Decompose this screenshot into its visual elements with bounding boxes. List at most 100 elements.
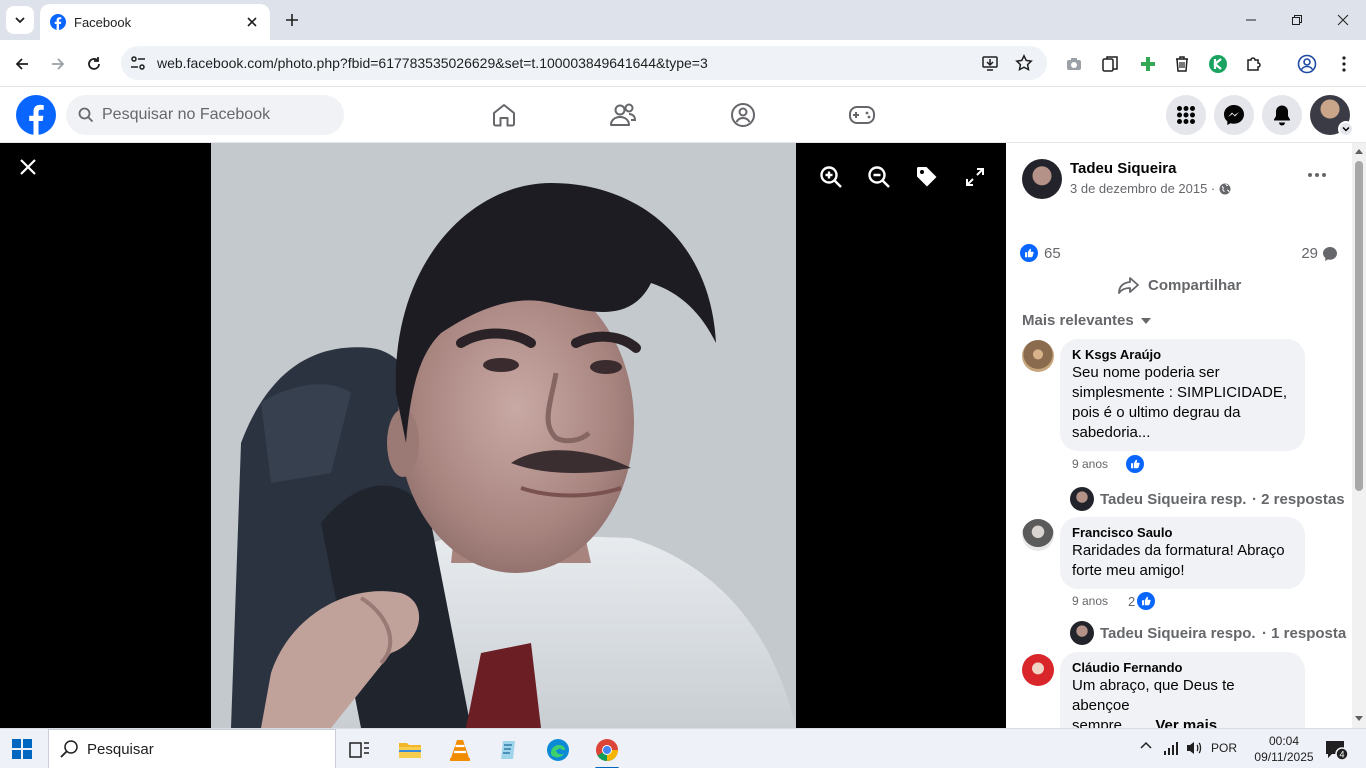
scroll-down-icon[interactable]	[1355, 715, 1363, 723]
forward-button[interactable]	[44, 50, 72, 78]
comment-like-reaction[interactable]: 2	[1128, 592, 1156, 610]
address-bar[interactable]: web.facebook.com/photo.php?fbid=61778353…	[121, 46, 1047, 80]
comment-time[interactable]: 9 anos	[1072, 594, 1108, 608]
task-view-button[interactable]	[340, 733, 380, 767]
tray-overflow-button[interactable]	[1139, 739, 1153, 753]
comment-sort-dropdown[interactable]: Mais relevantes	[1022, 312, 1152, 329]
more-horizontal-icon	[1308, 173, 1326, 177]
profile-button[interactable]	[1293, 50, 1321, 78]
comment-author[interactable]: K Ksgs Araújo	[1072, 347, 1293, 363]
install-app-icon[interactable]	[981, 54, 999, 72]
author-avatar[interactable]	[1022, 159, 1062, 199]
k-extension-button[interactable]	[1204, 50, 1232, 78]
likes-summary[interactable]: 65	[1020, 244, 1061, 262]
new-tab-button[interactable]	[280, 8, 304, 32]
bookmark-star-icon[interactable]	[1015, 54, 1033, 72]
notifications-button[interactable]	[1262, 95, 1302, 135]
browser-tab-facebook[interactable]: Facebook	[40, 4, 270, 40]
notepad-app[interactable]	[488, 733, 528, 767]
vlc-app[interactable]	[440, 733, 480, 767]
friends-icon	[610, 103, 637, 126]
browser-menu-button[interactable]	[1330, 50, 1358, 78]
tab-close-icon[interactable]	[244, 14, 260, 30]
nav-home[interactable]	[488, 99, 520, 131]
comment-avatar[interactable]	[1022, 340, 1054, 372]
panel-scrollbar[interactable]	[1352, 143, 1366, 728]
comments-summary[interactable]: 29	[1301, 245, 1338, 262]
nav-gaming[interactable]	[846, 99, 878, 131]
edge-app[interactable]	[538, 733, 578, 767]
comment-text-line: forte meu amigo!	[1072, 562, 1185, 579]
task-view-icon	[349, 742, 369, 758]
comment-author[interactable]: Cláudio Fernando	[1072, 660, 1293, 676]
groups-icon	[731, 103, 755, 127]
fullscreen-button[interactable]	[959, 161, 991, 193]
post-options-button[interactable]	[1304, 165, 1330, 185]
messenger-button[interactable]	[1214, 95, 1254, 135]
tab-title: Facebook	[74, 14, 132, 30]
account-avatar[interactable]	[1310, 95, 1354, 137]
comment-meta: 9 anos	[1072, 455, 1145, 473]
nav-groups[interactable]	[727, 99, 759, 131]
windows-logo-icon	[12, 739, 32, 759]
like-reaction-icon	[1020, 244, 1038, 262]
post-date-text[interactable]: 3 de dezembro de 2015 ·	[1070, 181, 1215, 196]
trash-extension-button[interactable]	[1168, 50, 1196, 78]
expand-icon	[966, 168, 984, 186]
comment-time[interactable]: 9 anos	[1072, 457, 1108, 471]
nav-friends[interactable]	[607, 99, 639, 131]
zoom-in-button[interactable]	[815, 161, 847, 193]
notification-count: 4	[1339, 750, 1344, 760]
site-info-icon[interactable]	[129, 54, 147, 72]
close-viewer-button[interactable]	[14, 153, 42, 181]
share-button[interactable]: Compartilhar	[1118, 276, 1241, 294]
comments-count: 29	[1301, 245, 1318, 262]
extensions-button[interactable]	[1240, 50, 1268, 78]
scrollbar-thumb[interactable]	[1355, 161, 1363, 491]
facebook-header	[0, 87, 1366, 143]
view-replies-link[interactable]: Tadeu Siqueira respo... · 1 resposta	[1070, 621, 1346, 645]
author-name[interactable]: Tadeu Siqueira	[1070, 160, 1176, 177]
comment-like-reaction[interactable]	[1126, 455, 1145, 473]
green-plus-extension-button[interactable]	[1134, 50, 1162, 78]
back-button[interactable]	[8, 50, 36, 78]
copy-extension-button[interactable]	[1096, 50, 1124, 78]
notification-icon: 4	[1326, 741, 1348, 761]
facebook-search-input[interactable]	[102, 106, 322, 124]
scroll-up-icon[interactable]	[1355, 147, 1363, 155]
minimize-button[interactable]	[1228, 0, 1274, 40]
comment-author[interactable]: Francisco Saulo	[1072, 525, 1293, 541]
taskbar-search-input[interactable]	[87, 740, 317, 758]
network-status[interactable]	[1163, 739, 1181, 757]
k-extension-icon	[1209, 55, 1227, 73]
facebook-logo-icon[interactable]	[16, 95, 56, 135]
tag-button[interactable]	[911, 161, 943, 193]
zoom-out-button[interactable]	[863, 161, 895, 193]
see-more-link[interactable]: Ver mais	[1155, 717, 1217, 728]
comment-avatar[interactable]	[1022, 654, 1054, 686]
reload-button[interactable]	[80, 50, 108, 78]
notification-center-button[interactable]: 4	[1324, 739, 1348, 761]
zoom-out-icon	[868, 166, 890, 188]
tab-search-button[interactable]	[6, 6, 34, 34]
camera-extension-button[interactable]	[1060, 50, 1088, 78]
volume-control[interactable]	[1185, 739, 1203, 757]
comment-text-line: Um abraço, que Deus te abençoe	[1072, 677, 1235, 714]
address-url[interactable]: web.facebook.com/photo.php?fbid=61778353…	[157, 55, 708, 71]
caret-down-icon	[1140, 317, 1151, 324]
file-explorer-app[interactable]	[390, 733, 430, 767]
menu-button[interactable]	[1166, 95, 1206, 135]
taskbar-search[interactable]	[48, 729, 336, 768]
close-window-button[interactable]	[1320, 0, 1366, 40]
comment-avatar[interactable]	[1022, 519, 1054, 551]
comment-text-line: sempre... ... Ver mais	[1072, 716, 1293, 728]
input-language[interactable]: POR	[1211, 741, 1237, 755]
facebook-search[interactable]	[66, 95, 344, 135]
chrome-app[interactable]	[587, 733, 627, 768]
restore-button[interactable]	[1274, 0, 1320, 40]
view-replies-link[interactable]: Tadeu Siqueira resp... · 2 respostas	[1070, 487, 1345, 511]
globe-icon	[1219, 183, 1231, 194]
grid-menu-icon	[1177, 106, 1195, 124]
system-clock[interactable]: 00:04 09/11/2025	[1254, 733, 1314, 765]
start-button[interactable]	[12, 739, 32, 759]
